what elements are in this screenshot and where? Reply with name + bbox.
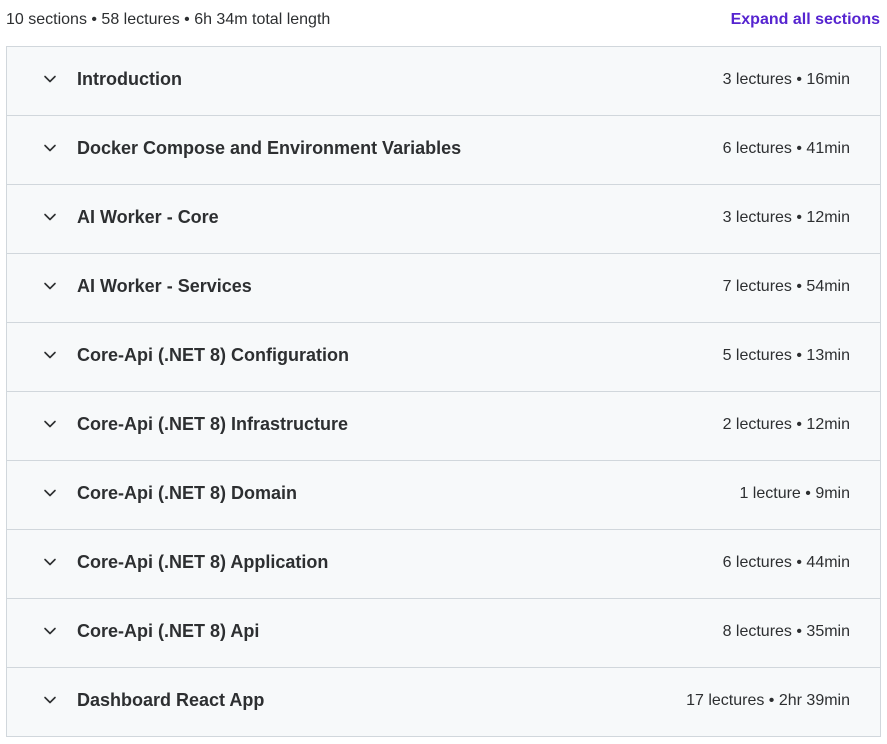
section-title: Core-Api (.NET 8) Application <box>77 552 329 572</box>
curriculum-section[interactable]: Core-Api (.NET 8) Application 6 lectures … <box>7 530 880 599</box>
section-lecture-count: 5 lectures • 13min <box>722 347 850 364</box>
curriculum-section[interactable]: AI Worker - Core 3 lectures • 12min <box>7 185 880 254</box>
curriculum-section[interactable]: Docker Compose and Environment Variables… <box>7 116 880 185</box>
chevron-down-icon[interactable] <box>42 278 58 294</box>
chevron-down-icon[interactable] <box>42 140 58 156</box>
curriculum-section[interactable]: Introduction 3 lectures • 16min <box>7 47 880 116</box>
chevron-down-icon[interactable] <box>42 554 58 570</box>
section-lecture-count: 8 lectures • 35min <box>722 623 850 640</box>
curriculum-header: 10 sections • 58 lectures • 6h 34m total… <box>0 0 887 46</box>
section-lecture-count: 6 lectures • 44min <box>722 554 850 571</box>
chevron-down-icon[interactable] <box>42 71 58 87</box>
curriculum-section[interactable]: AI Worker - Services 7 lectures • 54min <box>7 254 880 323</box>
section-title: Core-Api (.NET 8) Domain <box>77 483 298 503</box>
section-lecture-count: 1 lecture • 9min <box>739 485 850 502</box>
section-title: Core-Api (.NET 8) Infrastructure <box>77 414 349 434</box>
chevron-down-icon[interactable] <box>42 416 58 432</box>
expand-all-sections-button[interactable]: Expand all sections <box>731 11 880 29</box>
section-title: AI Worker - Core <box>77 207 219 227</box>
section-title: Introduction <box>77 69 182 89</box>
section-lecture-count: 3 lectures • 12min <box>722 209 850 226</box>
section-lecture-count: 2 lectures • 12min <box>722 416 850 433</box>
curriculum-section-list: Introduction 3 lectures • 16min Docker Com… <box>6 46 881 737</box>
curriculum-summary: 10 sections • 58 lectures • 6h 34m total… <box>6 11 331 28</box>
curriculum-section[interactable]: Core-Api (.NET 8) Infrastructure 2 lectur… <box>7 392 880 461</box>
chevron-down-icon[interactable] <box>42 209 58 225</box>
chevron-down-icon[interactable] <box>42 623 58 639</box>
section-title: Core-Api (.NET 8) Configuration <box>77 345 349 365</box>
chevron-down-icon[interactable] <box>42 347 58 363</box>
section-lecture-count: 3 lectures • 16min <box>722 71 850 88</box>
curriculum-section[interactable]: Core-Api (.NET 8) Api 8 lectures • 35min <box>7 599 880 668</box>
curriculum-section[interactable]: Core-Api (.NET 8) Configuration 5 lecture… <box>7 323 880 392</box>
section-lecture-count: 6 lectures • 41min <box>722 140 850 157</box>
chevron-down-icon[interactable] <box>42 485 58 501</box>
curriculum-section[interactable]: Core-Api (.NET 8) Domain 1 lecture • 9min <box>7 461 880 530</box>
section-title: Docker Compose and Environment Variables <box>77 138 462 158</box>
section-lecture-count: 17 lectures • 2hr 39min <box>686 692 850 709</box>
chevron-down-icon[interactable] <box>42 692 58 708</box>
section-lecture-count: 7 lectures • 54min <box>722 278 850 295</box>
section-title: Core-Api (.NET 8) Api <box>77 621 260 641</box>
section-title: Dashboard React App <box>77 690 265 710</box>
section-title: AI Worker - Services <box>77 276 252 296</box>
curriculum-section[interactable]: Dashboard React App 17 lectures • 2hr 39m… <box>7 668 880 737</box>
